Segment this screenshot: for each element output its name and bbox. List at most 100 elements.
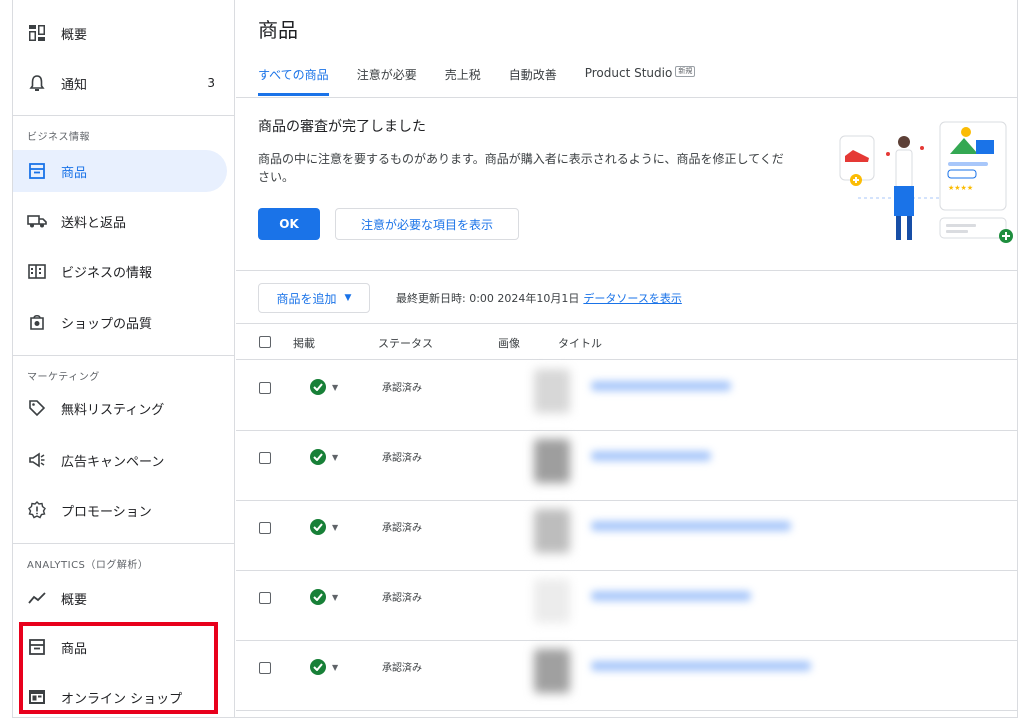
svg-text:★★★★: ★★★★ (948, 184, 973, 192)
shop-quality-icon (27, 312, 47, 332)
product-image (534, 579, 570, 623)
caret-down-icon[interactable]: ▼ (332, 453, 338, 462)
product-image (534, 649, 570, 693)
product-title-link[interactable] (591, 661, 811, 671)
promotion-icon (27, 500, 47, 520)
product-title-link[interactable] (591, 521, 791, 531)
new-badge: 新規 (675, 66, 696, 77)
sidebar-item-label: 概要 (61, 27, 88, 43)
column-header-listing[interactable]: 掲載 (293, 335, 315, 351)
highlight-annotation (19, 622, 218, 714)
column-header-image: 画像 (498, 337, 520, 350)
product-title-link[interactable] (591, 381, 731, 391)
section-label-marketing: マーケティング (27, 372, 100, 383)
building-icon (27, 261, 47, 281)
select-all-checkbox[interactable] (259, 336, 271, 348)
caret-down-icon[interactable]: ▼ (332, 383, 338, 392)
column-header-title[interactable]: タイトル (558, 335, 602, 351)
table-row[interactable]: ▼ 承認済み (236, 431, 1017, 501)
sidebar-item-shipping[interactable]: 送料と返品 (13, 200, 227, 242)
banner-title: 商品の審査が完了しました (258, 119, 426, 135)
sidebar-item-label: 商品 (61, 165, 88, 181)
table-row[interactable]: ▼ 承認済み (236, 571, 1017, 641)
product-image (534, 439, 570, 483)
caret-down-icon: ▼ (344, 293, 352, 303)
product-title-link[interactable] (591, 451, 711, 461)
tab-label: 売上税 (444, 68, 481, 82)
tab-label: 注意が必要 (356, 68, 417, 82)
tab-label: 自動改善 (508, 68, 557, 82)
column-header-status[interactable]: ステータス (378, 335, 433, 351)
divider (13, 115, 235, 116)
caret-down-icon[interactable]: ▼ (332, 523, 338, 532)
sidebar-item-ad-campaigns[interactable]: 広告キャンペーン (13, 439, 227, 481)
sidebar-item-label: 広告キャンペーン (61, 454, 165, 470)
sidebar-item-overview[interactable]: 概要 (13, 12, 227, 54)
tab-sales-tax[interactable]: 売上税 (445, 66, 481, 96)
tab-label: すべての商品 (258, 68, 329, 82)
row-checkbox[interactable] (259, 522, 271, 534)
section-label-analytics: ANALYTICS（ログ解析） (27, 560, 149, 571)
table-row[interactable]: ▼ 承認済み (236, 641, 1017, 711)
divider (236, 97, 1017, 98)
notification-count: 3 (207, 76, 215, 90)
add-product-button[interactable]: 商品を追加 ▼ (258, 283, 370, 313)
product-image (534, 369, 570, 413)
table-row[interactable]: ▼ 承認済み (236, 361, 1017, 431)
sidebar-item-label: 送料と返品 (61, 215, 127, 231)
status-badge: 承認済み (382, 383, 422, 394)
tab-auto-improve[interactable]: 自動改善 (509, 66, 557, 96)
table-row[interactable]: ▼ 承認済み (236, 501, 1017, 571)
product-title-link[interactable] (591, 591, 751, 601)
sidebar-item-label: 概要 (61, 592, 88, 608)
row-checkbox[interactable] (259, 452, 271, 464)
bell-icon (27, 73, 47, 93)
sidebar-item-business-info[interactable]: ビジネスの情報 (13, 250, 227, 292)
row-checkbox[interactable] (259, 592, 271, 604)
truck-icon (27, 211, 47, 231)
page-title: 商品 (258, 18, 298, 42)
check-circle-icon[interactable] (310, 449, 326, 465)
sidebar-item-label: ショップの品質 (61, 316, 153, 332)
tab-label: Product Studio (584, 66, 673, 80)
ok-button[interactable]: OK (258, 208, 320, 240)
product-icon (27, 161, 47, 181)
divider (13, 543, 235, 544)
main-content: 商品 すべての商品 注意が必要 売上税 自動改善 Product Studio 新… (236, 0, 1017, 717)
tab-needs-attention[interactable]: 注意が必要 (357, 66, 417, 96)
caret-down-icon[interactable]: ▼ (332, 593, 338, 602)
check-circle-icon[interactable] (310, 589, 326, 605)
add-product-label: 商品を追加 (276, 291, 337, 306)
sidebar-item-shop-quality[interactable]: ショップの品質 (13, 301, 227, 343)
check-circle-icon[interactable] (310, 379, 326, 395)
check-circle-icon[interactable] (310, 519, 326, 535)
tab-product-studio[interactable]: Product Studio 新規 (585, 66, 696, 96)
table-header: 掲載 ステータス 画像 タイトル (236, 324, 1017, 360)
sidebar-item-analytics-overview[interactable]: 概要 (13, 577, 227, 619)
sidebar-item-products[interactable]: 商品 (13, 150, 227, 192)
show-attention-items-button[interactable]: 注意が必要な項目を表示 (335, 208, 519, 240)
trend-icon (27, 588, 47, 608)
sidebar-item-label: 無料リスティング (61, 402, 165, 418)
status-badge: 承認済み (382, 523, 422, 534)
dashboard-icon (27, 23, 47, 43)
row-checkbox[interactable] (259, 662, 271, 674)
section-label-business: ビジネス情報 (27, 132, 90, 143)
product-image (534, 509, 570, 553)
sidebar-item-notifications[interactable]: 通知 3 (13, 62, 227, 104)
row-checkbox[interactable] (259, 382, 271, 394)
review-illustration: ★★★★ (834, 118, 1014, 250)
view-data-source-link[interactable]: データソースを表示 (583, 292, 681, 305)
divider (236, 270, 1017, 271)
status-badge: 承認済み (382, 663, 422, 674)
megaphone-icon (27, 450, 47, 470)
sidebar-item-label: プロモーション (61, 504, 152, 520)
sidebar-item-promotions[interactable]: プロモーション (13, 489, 227, 531)
caret-down-icon[interactable]: ▼ (332, 663, 338, 672)
sidebar: 概要 通知 3 ビジネス情報 商品 送料と返品 ビジネスの情報 ショップの品質 … (13, 0, 235, 717)
status-badge: 承認済み (382, 593, 422, 604)
divider (13, 355, 235, 356)
check-circle-icon[interactable] (310, 659, 326, 675)
tab-all-products[interactable]: すべての商品 (258, 66, 329, 96)
sidebar-item-free-listings[interactable]: 無料リスティング (13, 387, 227, 429)
